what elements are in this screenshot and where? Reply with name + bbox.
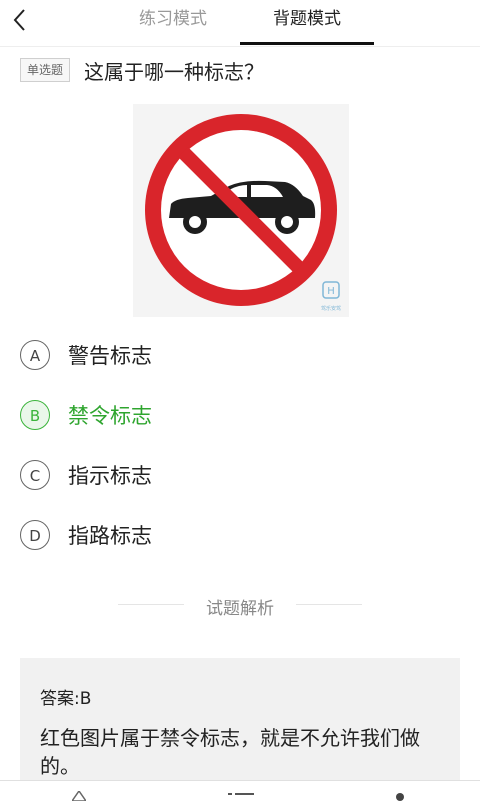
option-d[interactable]: D 指路标志	[20, 516, 460, 556]
question-type-badge: 单选题	[20, 58, 71, 82]
option-text: 指路标志	[68, 524, 152, 548]
svg-text:驾乐安驾: 驾乐安驾	[321, 305, 341, 312]
option-text: 禁令标志	[68, 404, 152, 428]
answer-explanation: 红色图片属于禁令标志，就是不允许我们做的。	[40, 726, 420, 778]
option-letter: A	[20, 340, 50, 370]
bottom-toolbar	[0, 780, 480, 801]
question-image: H 驾乐安驾	[133, 104, 349, 317]
back-arrow-icon[interactable]	[6, 6, 34, 34]
tab-memorize-mode[interactable]: 背题模式	[240, 0, 374, 46]
option-b[interactable]: B 禁令标志	[20, 396, 460, 436]
option-text: 指示标志	[68, 464, 152, 488]
option-a[interactable]: A 警告标志	[20, 336, 460, 376]
option-letter: D	[20, 520, 50, 550]
question-text: 这属于哪一种标志？	[84, 60, 264, 84]
tab-practice-mode[interactable]: 练习模式	[118, 0, 228, 46]
divider	[0, 46, 480, 47]
option-text: 警告标志	[68, 344, 152, 368]
active-tab-indicator	[240, 42, 374, 45]
header: 练习模式 背题模式	[0, 0, 480, 46]
no-motor-vehicles-sign-icon: H 驾乐安驾	[133, 104, 349, 317]
answer-label: 答案:B	[40, 689, 92, 709]
svg-text:H: H	[327, 286, 335, 297]
option-letter: C	[20, 460, 50, 490]
answer-box: 答案:B 红色图片属于禁令标志，就是不允许我们做的。	[20, 658, 460, 800]
option-letter: B	[20, 400, 50, 430]
analysis-title: 试题解析	[206, 599, 274, 619]
option-c[interactable]: C 指示标志	[20, 456, 460, 496]
